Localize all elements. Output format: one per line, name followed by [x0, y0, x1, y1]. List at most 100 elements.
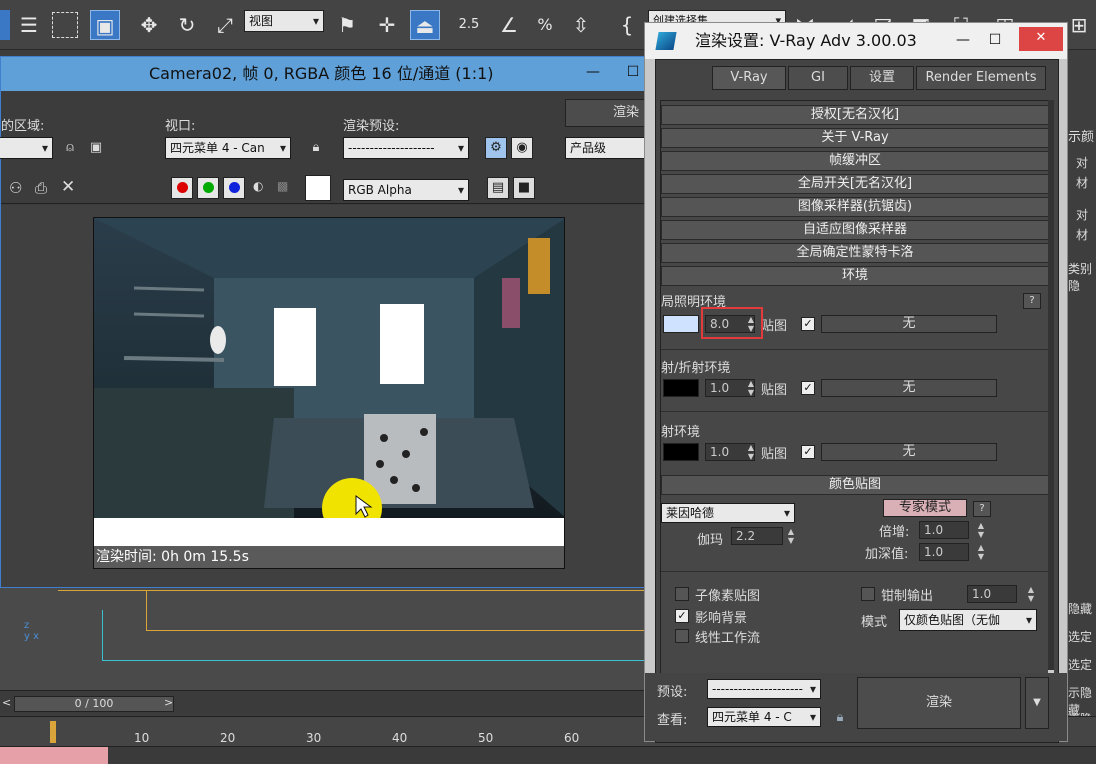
tab-vray[interactable]: V-Ray	[712, 66, 786, 90]
clear-icon[interactable]: ✕	[61, 177, 75, 197]
view-combo[interactable]: 四元菜单 4 - C	[707, 707, 821, 727]
area-combo[interactable]	[0, 137, 53, 159]
rotate-icon[interactable]: ↻	[172, 10, 202, 40]
refr-map-button[interactable]: 无	[821, 443, 997, 461]
rollout-authorization[interactable]: 授权[无名汉化]	[661, 105, 1049, 125]
render-preset-combo[interactable]: --------------------	[343, 137, 469, 159]
auto-region-icon[interactable]: ▣	[85, 137, 107, 159]
tab-render-elements[interactable]: Render Elements	[916, 66, 1046, 90]
command-panel-text[interactable]: 选定	[1068, 628, 1092, 645]
mono-icon[interactable]: ▩	[277, 179, 288, 193]
render-setup-icon[interactable]: ⚙	[485, 137, 507, 159]
edit-named-selection-icon[interactable]: {	[612, 10, 642, 40]
tab-gi[interactable]: GI	[788, 66, 848, 90]
command-panel-text[interactable]: 隐藏	[1068, 600, 1092, 617]
rollout-dmc[interactable]: 全局确定性蒙特卡洛	[661, 243, 1049, 263]
refr-env-color-swatch[interactable]	[663, 443, 699, 461]
burn-input[interactable]: 1.0	[919, 543, 969, 561]
mode-combo[interactable]: 仅颜色贴图（无伽	[899, 609, 1037, 631]
rollout-color-mapping[interactable]: 颜色贴图	[661, 475, 1049, 495]
clamp-input[interactable]: 1.0	[967, 585, 1017, 603]
rendered-image[interactable]: 渲染时间: 0h 0m 15.5s	[93, 217, 565, 569]
maximize-icon[interactable]: ☐	[975, 25, 1015, 55]
rollout-adaptive-sampler[interactable]: 自适应图像采样器	[661, 220, 1049, 240]
snap-toggle-icon[interactable]: 2.5	[454, 10, 484, 40]
print-icon[interactable]: ⎙	[35, 179, 47, 197]
blue-channel-icon[interactable]	[223, 177, 245, 199]
command-panel-text[interactable]: 对	[1076, 154, 1088, 171]
percent-snap-icon[interactable]: %	[530, 10, 560, 40]
linear-workflow-checkbox[interactable]	[675, 629, 689, 643]
select-manipulate-icon[interactable]: ✛	[372, 10, 402, 40]
command-panel-text[interactable]: 选定	[1068, 656, 1092, 673]
rollout-image-sampler[interactable]: 图像采样器(抗锯齿)	[661, 197, 1049, 217]
environment-icon[interactable]: ◉	[511, 137, 533, 159]
refl-map-button[interactable]: 无	[821, 379, 997, 397]
viewport[interactable]: zy x	[0, 580, 650, 690]
gi-env-color-swatch[interactable]	[663, 315, 699, 333]
command-panel-text[interactable]: 材	[1076, 174, 1088, 191]
prev-frame-icon[interactable]: <	[2, 696, 11, 709]
green-channel-icon[interactable]	[197, 177, 219, 199]
affect-background-checkbox[interactable]: ✓	[675, 609, 689, 623]
clamp-checkbox[interactable]	[861, 587, 875, 601]
lock-icon[interactable]: 🔒︎	[305, 137, 327, 159]
preset-combo[interactable]: ---------------------	[707, 679, 821, 699]
red-channel-icon[interactable]	[171, 177, 193, 199]
command-panel-text[interactable]: 对	[1076, 206, 1088, 223]
scrollbar[interactable]	[1048, 100, 1054, 690]
channel-combo[interactable]: RGB Alpha	[343, 179, 469, 201]
select-by-name-icon[interactable]: ☰	[14, 10, 44, 40]
close-icon[interactable]: ✕	[1019, 27, 1063, 51]
render-settings-titlebar[interactable]: 渲染设置: V-Ray Adv 3.00.03 — ☐ ✕	[645, 23, 1067, 59]
move-icon[interactable]: ✥	[134, 10, 164, 40]
window-crossing-icon[interactable]: ▣	[90, 10, 120, 40]
expert-mode-button[interactable]: 专家模式	[883, 499, 967, 517]
gi-map-button[interactable]: 无	[821, 315, 997, 333]
rollout-environment[interactable]: 环境	[661, 266, 1049, 286]
refr-map-checkbox[interactable]: ✓	[801, 445, 815, 459]
time-slider[interactable]: 0 / 100	[14, 696, 174, 712]
render-dropdown-icon[interactable]: ▼	[1025, 677, 1049, 729]
render-setup-icon[interactable]: ⊞	[1064, 10, 1094, 40]
refl-map-checkbox[interactable]: ✓	[801, 381, 815, 395]
gi-map-checkbox[interactable]: ✓	[801, 317, 815, 331]
scale-icon[interactable]: ⤢	[210, 10, 240, 40]
edit-region-icon[interactable]: ⍝	[59, 137, 81, 159]
lock-icon[interactable]: 🔒︎	[829, 707, 851, 729]
spinner-arrows-icon[interactable]: ▲ ▼	[1025, 585, 1037, 603]
command-panel-text[interactable]: 材	[1076, 226, 1088, 243]
angle-snap-icon[interactable]: ∠	[494, 10, 524, 40]
gamma-input[interactable]: 2.2	[731, 527, 783, 545]
spinner-arrows-icon[interactable]: ▲ ▼	[975, 543, 987, 561]
keyboard-shortcut-icon[interactable]: ⏏	[410, 10, 440, 40]
display-toggle-icon[interactable]: ▤	[487, 177, 509, 199]
rollout-about[interactable]: 关于 V-Ray	[661, 128, 1049, 148]
spinner-arrows-icon[interactable]: ▲ ▼	[745, 379, 757, 397]
viewport-combo[interactable]: 四元菜单 4 - Can	[165, 137, 291, 159]
color-mapping-type-combo[interactable]: 莱因哈德	[661, 503, 795, 523]
subpixel-checkbox[interactable]	[675, 587, 689, 601]
refl-env-color-swatch[interactable]	[663, 379, 699, 397]
tab-settings[interactable]: 设置	[850, 66, 914, 90]
spinner-arrows-icon[interactable]: ▲ ▼	[745, 443, 757, 461]
rollout-frame-buffer[interactable]: 帧缓冲区	[661, 151, 1049, 171]
rect-selection-icon[interactable]	[52, 12, 78, 38]
minimize-icon[interactable]: —	[573, 57, 613, 87]
render-button[interactable]: 渲染	[857, 677, 1021, 729]
settings-scroll-area[interactable]: 授权[无名汉化] 关于 V-Ray 帧缓冲区 全局开关[无名汉化] 图像采样器(…	[660, 100, 1054, 690]
spinner-arrows-icon[interactable]: ▲ ▼	[785, 527, 797, 545]
display-toggle-icon[interactable]: ■	[513, 177, 535, 199]
pivot-icon[interactable]: ⚑	[332, 10, 362, 40]
help-button[interactable]: ?	[1023, 293, 1041, 309]
render-frame-titlebar[interactable]: Camera02, 帧 0, RGBA 颜色 16 位/通道 (1:1) — ☐…	[1, 57, 709, 91]
help-button[interactable]: ?	[973, 501, 991, 517]
time-marker[interactable]	[50, 721, 56, 743]
rollout-global-switches[interactable]: 全局开关[无名汉化]	[661, 174, 1049, 194]
spinner-arrows-icon[interactable]: ▲ ▼	[975, 521, 987, 539]
swatch-icon[interactable]	[305, 175, 331, 201]
spinner-snap-icon[interactable]: ⇳	[566, 10, 596, 40]
next-frame-icon[interactable]: >	[164, 696, 173, 709]
toolbar-left-icon[interactable]	[0, 10, 10, 40]
clone-icon[interactable]: ⚇	[9, 179, 22, 197]
